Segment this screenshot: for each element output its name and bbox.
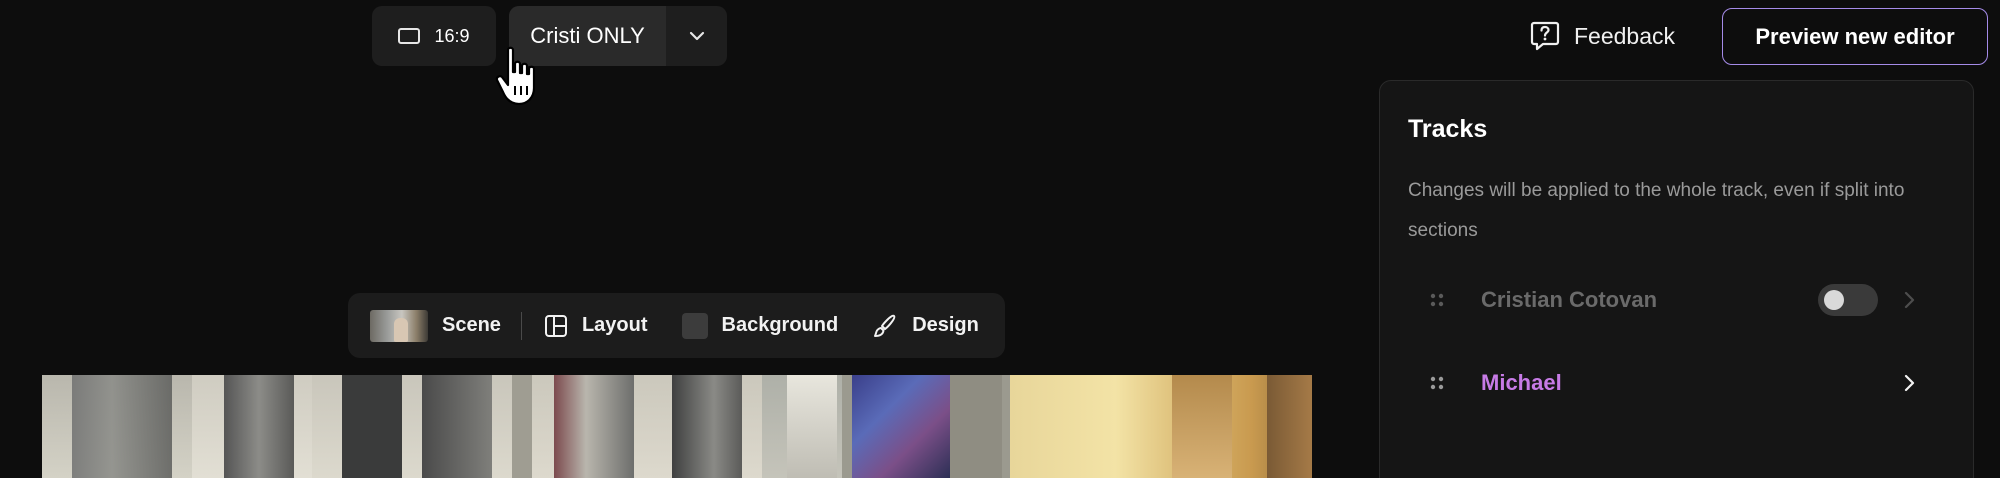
track-name: Cristian Cotovan	[1481, 287, 1658, 312]
chevron-down-icon[interactable]	[666, 6, 727, 66]
drag-handle-icon[interactable]	[1430, 292, 1444, 308]
track-row-cristian-cotovan[interactable]: Cristian Cotovan	[1380, 275, 1975, 325]
screen-ratio-icon	[398, 28, 421, 44]
background-label: Background	[721, 314, 839, 336]
layout-button[interactable]: Layout	[544, 314, 648, 338]
scene-toolbar: Scene Layout Background Design	[348, 293, 1005, 358]
drag-handle-icon[interactable]	[1430, 375, 1444, 391]
scene-thumbnail	[370, 309, 428, 342]
feedback-label: Feedback	[1574, 22, 1676, 49]
paintbrush-icon	[874, 314, 896, 337]
toggle-knob	[1824, 290, 1844, 310]
preview-new-editor-button[interactable]: Preview new editor	[1722, 8, 1988, 65]
design-label: Design	[912, 314, 979, 336]
design-button[interactable]: Design	[872, 313, 979, 339]
track-visibility-toggle[interactable]	[1818, 284, 1878, 316]
layout-icon	[544, 314, 567, 337]
tracks-title: Tracks	[1408, 115, 1488, 143]
tracks-panel: Tracks Changes will be applied to the wh…	[1379, 80, 1974, 478]
background-swatch-icon	[681, 312, 708, 339]
toolbar-divider	[520, 311, 522, 340]
aspect-ratio-label: 16:9	[434, 25, 470, 46]
track-name: Michael	[1481, 370, 1562, 395]
editor-screen: 16:9 Cristi ONLY Feedback Preview new ed…	[0, 0, 2000, 478]
question-bubble-icon	[1530, 21, 1560, 51]
scene-label: Scene	[442, 314, 501, 336]
chevron-right-icon[interactable]	[1902, 289, 1916, 311]
scene-button[interactable]: Scene	[370, 309, 501, 342]
feedback-button[interactable]: Feedback	[1530, 16, 1675, 56]
background-button[interactable]: Background	[681, 312, 839, 339]
track-row-michael[interactable]: Michael	[1380, 358, 1975, 408]
tracks-description: Changes will be applied to the whole tra…	[1408, 180, 1905, 241]
video-preview[interactable]	[42, 375, 1312, 478]
hand-cursor-icon	[495, 46, 536, 106]
aspect-ratio-button[interactable]: 16:9	[372, 6, 496, 66]
layout-label: Layout	[581, 314, 648, 336]
chevron-right-icon[interactable]	[1902, 372, 1916, 394]
